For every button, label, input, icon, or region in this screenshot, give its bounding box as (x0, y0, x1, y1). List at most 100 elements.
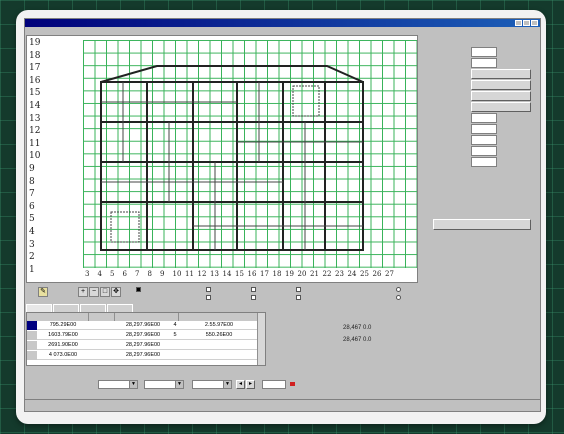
property-value[interactable] (471, 146, 497, 156)
table-cell: 28,297.96E00 (125, 342, 161, 348)
legend-label (136, 287, 143, 292)
tab-1[interactable] (26, 304, 52, 312)
floor-plan-canvas[interactable]: 19 18 17 16 15 14 13 12 11 10 9 8 7 6 5 4 3 2 1 (26, 35, 418, 283)
tab-2[interactable] (53, 304, 79, 312)
property-value[interactable] (471, 124, 497, 134)
table-cell (179, 341, 259, 350)
increment-button[interactable]: ▸ (246, 380, 255, 389)
row-label: 5 (29, 214, 35, 225)
table-row[interactable]: 1603.79E00 28,297.96E00 5 550.26E00 (27, 331, 259, 340)
zoom-in-icon[interactable]: + (78, 287, 88, 297)
table-cell: 1603.79E00 (48, 332, 78, 338)
menu-item-5[interactable] (133, 27, 151, 35)
table-cell: 5 (173, 332, 177, 338)
menu-item-1[interactable] (29, 27, 47, 35)
table-cell: 4 073.0E00 (48, 352, 78, 358)
table-cell: 28,297.96E00 (125, 332, 161, 338)
decrement-button[interactable]: ◂ (236, 380, 245, 389)
info-action-button[interactable] (433, 219, 531, 230)
column-label: 14 (222, 270, 232, 278)
row-label: 12 (29, 126, 41, 137)
column-header[interactable] (37, 313, 89, 321)
row-label: 17 (29, 63, 41, 74)
row-label: 16 (29, 75, 41, 86)
toggle-a[interactable] (206, 287, 213, 292)
select-2[interactable]: ▼ (144, 380, 184, 389)
fit-icon[interactable]: □ (100, 287, 110, 297)
table-cell: 2.55.97E00 (204, 322, 234, 328)
row-label: 15 (29, 88, 41, 99)
pencil-icon[interactable]: ✎ (38, 287, 48, 297)
toggle-f[interactable] (296, 295, 303, 300)
row-label: 9 (29, 164, 35, 174)
property-row (429, 69, 531, 79)
row-label: 14 (29, 101, 41, 111)
table-cell: 2691.90E00 (48, 342, 78, 348)
column-header[interactable] (89, 313, 115, 321)
column-label: 26 (372, 270, 382, 278)
toggle-e[interactable] (296, 287, 303, 292)
column-label: 17 (260, 270, 269, 278)
property-row (429, 80, 531, 90)
table-row[interactable]: 4 073.0E00 28,297.96E00 (27, 351, 259, 360)
column-label: 15 (235, 270, 244, 278)
tab-3[interactable] (80, 304, 106, 312)
radio-a[interactable] (396, 287, 403, 292)
menu-item-2[interactable] (55, 27, 73, 35)
column-label: 8 (147, 270, 152, 278)
menu-item-4[interactable] (107, 27, 125, 35)
column-label: 7 (135, 270, 140, 278)
tab-4[interactable] (107, 304, 133, 312)
column-label: 22 (322, 270, 332, 278)
column-label: 16 (247, 270, 257, 278)
row-label: 7 (29, 189, 35, 200)
property-value[interactable] (471, 47, 497, 57)
toggle-b[interactable] (206, 295, 213, 300)
value-field[interactable] (262, 380, 286, 389)
table-row[interactable]: 795.29E00 28,297.96E00 4 2.55.97E00 (27, 321, 259, 330)
property-value[interactable] (471, 135, 497, 145)
toggle-d[interactable] (251, 295, 258, 300)
property-row (429, 124, 529, 134)
flag-icon (290, 382, 295, 386)
row-label: 10 (29, 151, 41, 162)
zoom-out-icon[interactable]: − (89, 287, 99, 297)
property-value[interactable] (471, 58, 497, 68)
table-scrollbar[interactable] (257, 313, 265, 365)
property-button[interactable] (471, 102, 531, 112)
radio-b[interactable] (396, 295, 403, 300)
maximize-button[interactable] (523, 20, 530, 26)
column-label: 20 (297, 270, 307, 278)
column-label: 12 (197, 270, 207, 278)
select-1[interactable]: ▼ (98, 380, 138, 389)
property-button[interactable] (471, 91, 531, 101)
property-button[interactable] (471, 80, 531, 90)
property-button[interactable] (471, 69, 531, 79)
row-label: 1 (29, 264, 35, 275)
readout-value-2: 28,467 0.0 (343, 337, 372, 343)
close-button[interactable] (531, 20, 538, 26)
table-row[interactable]: 2691.90E00 28,297.96E00 (27, 341, 259, 350)
table-cell: 550.26E00 (205, 332, 233, 338)
floor-plan-drawing (100, 65, 364, 251)
column-header[interactable] (179, 313, 259, 321)
menu-item-3[interactable] (81, 27, 99, 35)
property-row (429, 135, 529, 145)
property-row (429, 102, 531, 112)
pan-icon[interactable]: ✥ (111, 287, 121, 297)
minimize-button[interactable] (515, 20, 522, 26)
table-cell (171, 341, 179, 350)
column-header[interactable] (115, 313, 179, 321)
row-index (27, 341, 37, 350)
title-bar (25, 19, 540, 27)
table-cell (89, 341, 115, 350)
select-3[interactable]: ▼ (192, 380, 232, 389)
row-label: 18 (29, 50, 41, 61)
row-index (27, 351, 37, 360)
property-value[interactable] (471, 157, 497, 167)
column-label: 18 (272, 270, 282, 278)
row-label: 13 (29, 113, 41, 124)
column-label: 3 (85, 270, 90, 278)
property-value[interactable] (471, 113, 497, 123)
toggle-c[interactable] (251, 287, 258, 292)
